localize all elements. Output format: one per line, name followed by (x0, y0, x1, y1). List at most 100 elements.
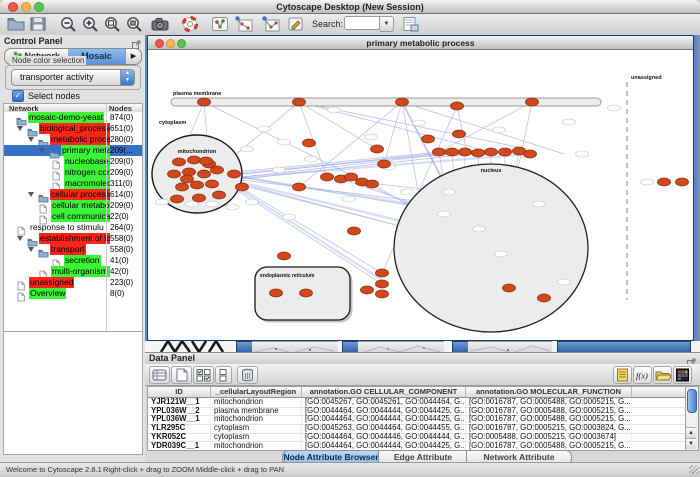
network-window-titlebar[interactable]: primary metabolic process (148, 36, 693, 50)
notes-icon[interactable] (613, 366, 632, 384)
network-node[interactable] (524, 150, 537, 158)
network-node[interactable] (321, 173, 334, 181)
network-node[interactable] (293, 98, 306, 106)
column-header-3[interactable]: annotation.GO MOLECULAR_FUNCTION (466, 387, 632, 398)
scroll-down-icon[interactable]: ▼ (686, 438, 696, 449)
network-node[interactable] (173, 158, 186, 166)
tree-item-biological-process[interactable]: biological_process651(0) (4, 123, 142, 134)
background-window-edge[interactable] (358, 341, 444, 352)
network-node[interactable] (658, 178, 671, 186)
unselect-attributes-icon[interactable] (215, 366, 232, 384)
help-lifesaver-icon[interactable] (180, 15, 200, 33)
network-node[interactable] (171, 195, 184, 203)
tree-expander-icon[interactable] (28, 192, 34, 197)
column-header-2[interactable]: annotation.GO CELLULAR_COMPONENT (302, 387, 466, 398)
network-node[interactable] (193, 194, 206, 202)
snapshot-camera-icon[interactable] (150, 15, 170, 33)
network-node[interactable] (206, 180, 219, 188)
tree-item-response-to-stimulu[interactable]: response to stimulu264(0) (4, 222, 142, 233)
tree-item-metabolic-process[interactable]: metabolic process280(0) (4, 134, 142, 145)
tree-item-mosaic-demo-yeast[interactable]: mosaic-demo-yeast874(0) (4, 112, 142, 123)
network-node[interactable] (371, 145, 384, 153)
network-node[interactable] (278, 252, 291, 260)
tree-expander-icon[interactable] (28, 137, 34, 142)
new-attribute-icon[interactable] (171, 366, 192, 384)
network-node[interactable] (293, 183, 306, 191)
scroll-up-icon[interactable]: ▲ (686, 427, 696, 438)
network-node[interactable] (303, 139, 316, 147)
network-node[interactable] (446, 148, 459, 156)
search-dropdown-arrow[interactable]: ▼ (380, 16, 394, 32)
network-canvas[interactable]: plasma membranecytoplasmmitochondrionnuc… (149, 50, 690, 337)
tree-expander-icon[interactable] (39, 148, 45, 153)
tree-item-cell-communicat[interactable]: cell communicat22(0) (4, 211, 142, 222)
tree-item-primary-metabolic-p[interactable]: primary metabolic p209(... (4, 145, 142, 156)
network-node[interactable] (485, 148, 498, 156)
scrollbar-thumb[interactable] (687, 389, 697, 413)
matrix-icon[interactable] (673, 366, 692, 384)
network-node[interactable] (176, 183, 189, 191)
network-node[interactable] (270, 289, 283, 297)
network-node[interactable] (676, 178, 689, 186)
network-node[interactable] (526, 98, 539, 106)
network-node[interactable] (378, 160, 391, 168)
network-node[interactable] (198, 98, 211, 106)
network-node[interactable] (348, 227, 361, 235)
tree-expander-icon[interactable] (17, 236, 23, 241)
network-node[interactable] (538, 294, 551, 302)
network-node[interactable] (453, 130, 466, 138)
network-node[interactable] (366, 180, 379, 188)
tree-item-nitrogen-compou[interactable]: nitrogen compou209(0) (4, 167, 142, 178)
tree-item-macromolecule[interactable]: macromolecule311(0) (4, 178, 142, 189)
network-node[interactable] (451, 102, 464, 110)
select-nodes-checkbox[interactable]: ✓ (12, 90, 24, 102)
function-builder-icon[interactable]: f(x) (633, 366, 652, 384)
annotation-icon[interactable] (286, 15, 306, 33)
zoom-in-icon[interactable] (80, 15, 100, 33)
network-node[interactable] (361, 286, 374, 294)
tree-item-establishment-of-lo[interactable]: establishment of lo558(0) (4, 233, 142, 244)
import-attributes-icon[interactable] (653, 366, 672, 384)
network-node[interactable] (459, 148, 472, 156)
compartment-nucleus[interactable] (394, 164, 588, 332)
network-node[interactable] (168, 170, 181, 178)
tree-item-secretion[interactable]: secretion41(0) (4, 255, 142, 266)
column-header-1[interactable]: _cellularLayoutRegion (211, 387, 302, 398)
background-window-titlebar[interactable] (557, 341, 691, 352)
attribute-table[interactable]: ID_cellularLayoutRegionannotation.GO CEL… (147, 386, 687, 451)
tree-item-cellular-metabol[interactable]: cellular metabol209(0) (4, 200, 142, 211)
tree-item-unassigned[interactable]: unassigned223(0) (4, 277, 142, 288)
birds-eye-view[interactable] (3, 331, 143, 455)
network-node[interactable] (228, 170, 241, 178)
layout-tool-1-icon[interactable] (233, 15, 253, 33)
tab-scroll-right-icon[interactable]: ▶ (125, 49, 141, 64)
tree-item-cellular-process[interactable]: cellular process614(0) (4, 189, 142, 200)
tree-expander-icon[interactable] (17, 126, 23, 131)
background-window-corner[interactable] (342, 341, 359, 352)
open-session-icon[interactable] (6, 15, 26, 33)
network-node[interactable] (472, 149, 485, 157)
tree-item-overview[interactable]: Overview8(0) (4, 288, 142, 299)
import-table-icon[interactable] (400, 15, 420, 33)
zoom-out-icon[interactable] (58, 15, 78, 33)
tree-item-transport[interactable]: transport558(0) (4, 244, 142, 255)
float-panel-icon[interactable] (687, 354, 696, 363)
network-node[interactable] (433, 148, 446, 156)
select-attributes-icon[interactable] (193, 366, 214, 384)
network-node[interactable] (422, 135, 435, 143)
network-node[interactable] (376, 290, 389, 298)
search-input[interactable] (344, 16, 380, 30)
zoom-fit-icon[interactable] (102, 15, 122, 33)
network-node[interactable] (300, 289, 313, 297)
column-header-0[interactable]: ID (148, 387, 211, 398)
network-node[interactable] (376, 269, 389, 277)
network-window[interactable]: primary metabolic process plasma membran… (148, 36, 693, 340)
network-node[interactable] (198, 170, 211, 178)
table-scrollbar[interactable]: ▲ ▼ (685, 386, 699, 451)
delete-attribute-icon[interactable] (237, 366, 258, 384)
zoom-selected-icon[interactable] (124, 15, 144, 33)
save-session-icon[interactable] (28, 15, 48, 33)
tree-item-multi-organism-pro[interactable]: multi-organism pro42(0) (4, 266, 142, 277)
tree-expander-icon[interactable] (28, 247, 34, 252)
network-node[interactable] (188, 156, 201, 164)
